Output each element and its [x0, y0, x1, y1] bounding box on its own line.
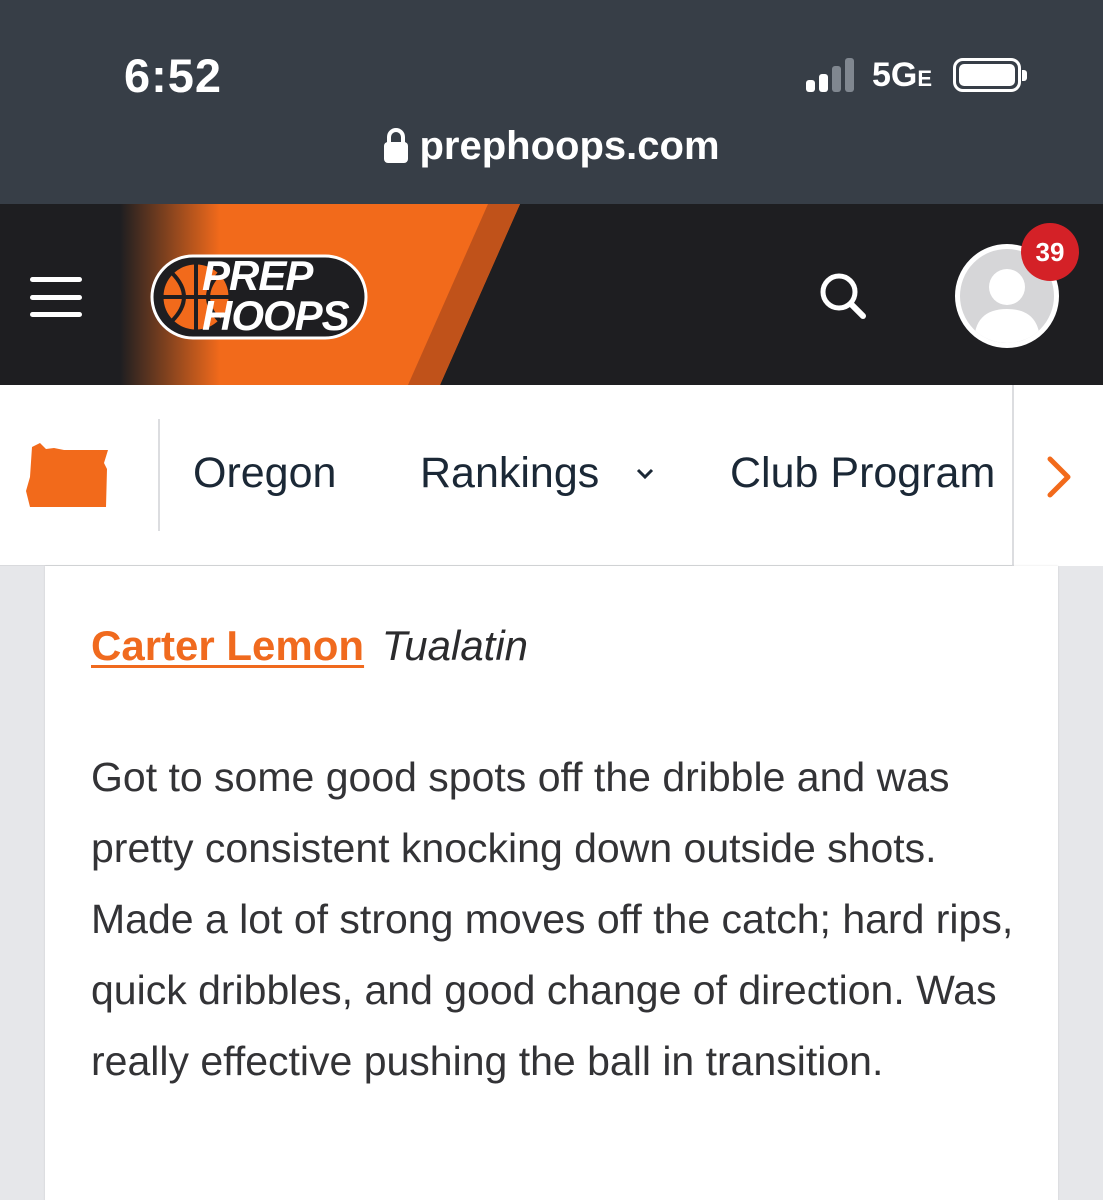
cellular-signal-icon: [806, 56, 862, 92]
url-text[interactable]: prephoops.com: [419, 124, 719, 169]
evaluation-card: Carter Lemon Tualatin Got to some good s…: [45, 566, 1058, 1200]
network-label: 5G: [872, 56, 918, 94]
menu-button[interactable]: [30, 277, 82, 317]
nav-oregon[interactable]: Oregon: [193, 449, 336, 498]
player-heading: Carter Lemon Tualatin: [91, 622, 528, 670]
network-type: 5GE: [872, 56, 932, 95]
status-bar: 6:52 5GE prephoops.com: [0, 0, 1103, 204]
lock-icon: [383, 127, 409, 165]
chevron-down-icon: [636, 468, 654, 480]
player-school: Tualatin: [381, 622, 529, 669]
battery-icon: [953, 58, 1027, 92]
chevron-right-icon: [1047, 456, 1071, 498]
search-icon: [820, 273, 866, 319]
oregon-state-icon[interactable]: [24, 441, 110, 511]
network-suffix: E: [917, 66, 933, 91]
logo-text-line2: HOOPS: [202, 292, 350, 339]
search-button[interactable]: [815, 268, 871, 324]
nav-scroll-right-button[interactable]: [1012, 385, 1103, 566]
address-bar[interactable]: prephoops.com: [0, 118, 1103, 174]
nav-club-programs[interactable]: Club Program: [730, 449, 1012, 498]
player-name-link[interactable]: Carter Lemon: [91, 622, 364, 669]
subnav-divider: [158, 419, 160, 531]
nav-rankings[interactable]: Rankings: [420, 449, 599, 498]
logo-text-line1: PREP: [202, 252, 313, 299]
player-evaluation-text: Got to some good spots off the dribble a…: [91, 754, 1014, 1084]
status-time: 6:52: [124, 49, 223, 102]
site-header: PREP HOOPS: [0, 204, 1103, 385]
sub-navigation: Oregon Rankings Club Program: [0, 385, 1103, 566]
notification-badge[interactable]: 39: [1021, 223, 1079, 281]
